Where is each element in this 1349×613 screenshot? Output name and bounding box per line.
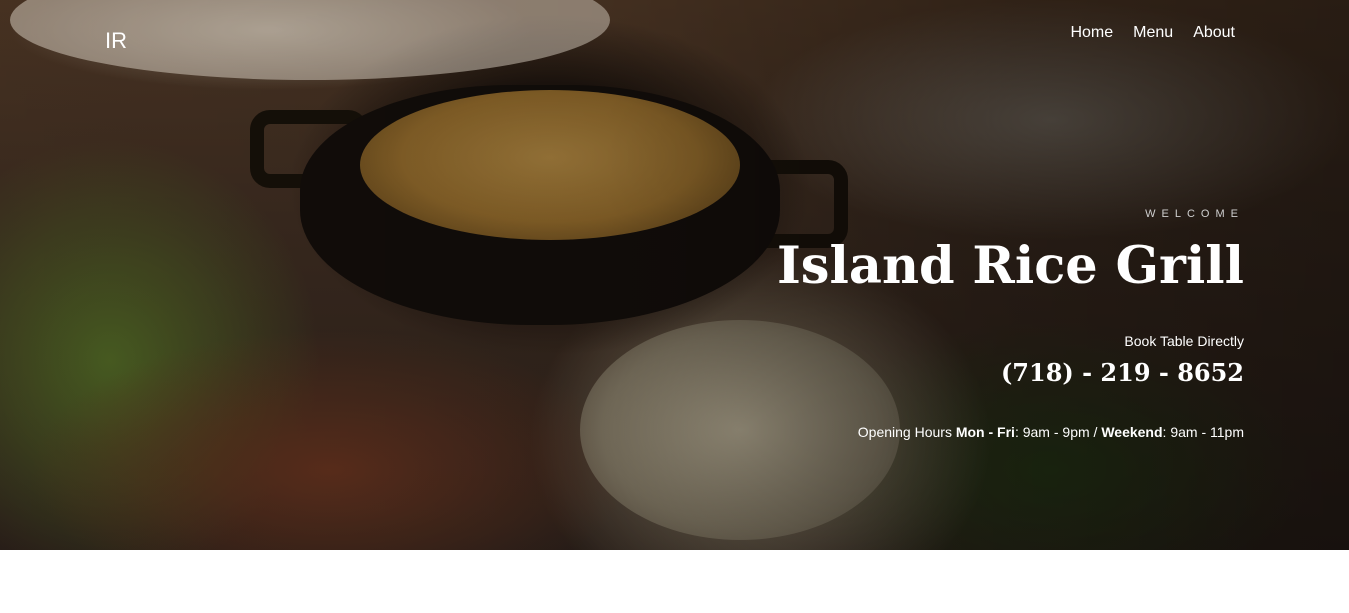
main-nav: Home Menu About <box>1070 24 1235 42</box>
opening-hours: Opening Hours Mon - Fri: 9am - 9pm / Wee… <box>857 424 1244 440</box>
opening-hours-label: Opening Hours <box>857 424 952 440</box>
weekday-hours: 9am - 9pm <box>1022 424 1090 440</box>
weekend-hours: 9am - 11pm <box>1170 424 1244 440</box>
book-table-label: Book Table Directly <box>1124 333 1244 349</box>
restaurant-title: Island Rice Grill <box>776 236 1244 296</box>
nav-home-link[interactable]: Home <box>1070 24 1113 42</box>
nav-menu-link[interactable]: Menu <box>1133 24 1173 42</box>
hours-separator: / <box>1093 424 1098 440</box>
phone-number[interactable]: (718) - 219 - 8652 <box>1001 358 1244 387</box>
welcome-label: WELCOME <box>1145 208 1244 220</box>
nav-about-link[interactable]: About <box>1193 24 1235 42</box>
weekend-days: Weekend <box>1101 424 1163 440</box>
site-logo[interactable]: IR <box>105 28 127 54</box>
hero-section: IR Home Menu About WELCOME Island Rice G… <box>0 0 1349 550</box>
weekday-days: Mon - Fri <box>955 424 1015 440</box>
